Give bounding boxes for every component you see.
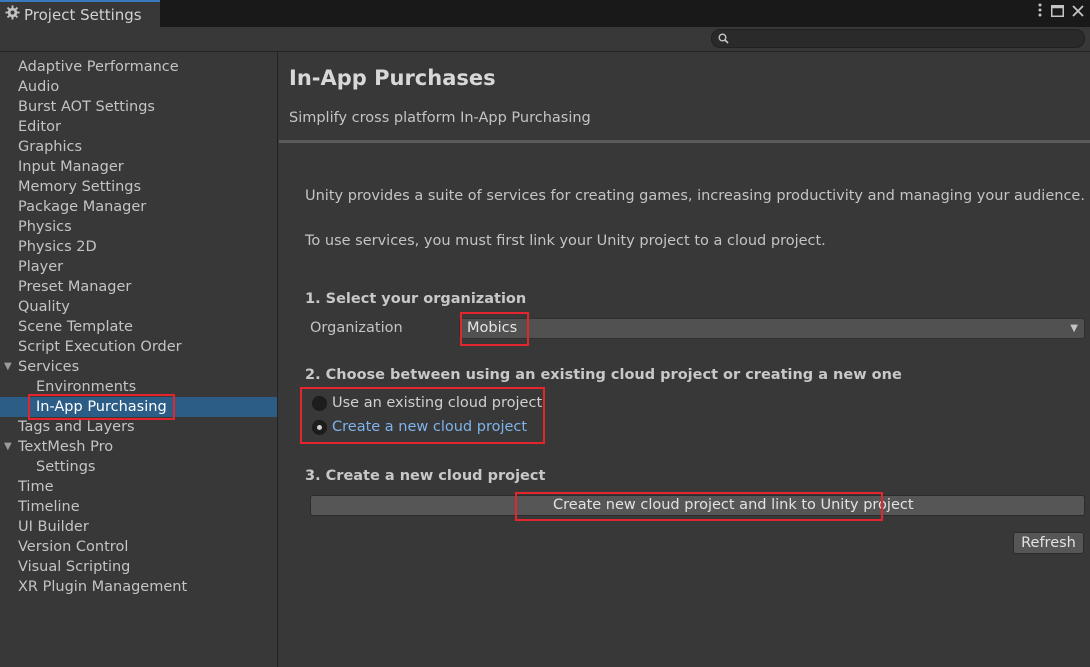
expand-caret-icon[interactable]: ▼ [4,437,12,457]
sidebar-item-label: Editor [18,119,61,135]
sidebar-item-tags-and-layers[interactable]: Tags and Layers [0,417,277,437]
tab-title: Project Settings [24,5,142,24]
sidebar-item-label: Settings [36,459,96,475]
page-subtitle: Simplify cross platform In-App Purchasin… [289,110,591,126]
sidebar-item-audio[interactable]: Audio [0,77,277,97]
sidebar-item-label: In-App Purchasing [36,399,167,415]
link-hint-text: To use services, you must first link you… [305,233,826,249]
sidebar-item-quality[interactable]: Quality [0,297,277,317]
step1-heading: 1. Select your organization [305,291,527,307]
sidebar-item-version-control[interactable]: Version Control [0,537,277,557]
sidebar-item-visual-scripting[interactable]: Visual Scripting [0,557,277,577]
intro-text: Unity provides a suite of services for c… [305,188,1085,204]
sidebar-item-in-app-purchasing[interactable]: In-App Purchasing [0,397,277,417]
window-controls [1037,3,1084,23]
toolbar [0,27,1090,52]
radio-existing-label: Use an existing cloud project [332,395,543,411]
sidebar-item-label: Tags and Layers [18,419,135,435]
sidebar-item-physics-2d[interactable]: Physics 2D [0,237,277,257]
sidebar-item-editor[interactable]: Editor [0,117,277,137]
sidebar-item-label: Time [18,479,54,495]
sidebar-item-label: Memory Settings [18,179,142,195]
sidebar-item-settings[interactable]: Settings [0,457,277,477]
close-icon[interactable] [1072,3,1084,23]
sidebar-item-services[interactable]: ▼ Services [0,357,277,377]
radio-create-new-project[interactable]: Create a new cloud project [312,417,527,437]
sidebar-item-label: Timeline [18,499,80,515]
sidebar-item-label: Burst AOT Settings [18,99,155,115]
sidebar-item-timeline[interactable]: Timeline [0,497,277,517]
sidebar-item-memory-settings[interactable]: Memory Settings [0,177,277,197]
radio-use-existing-project[interactable]: Use an existing cloud project [312,393,542,413]
create-cloud-project-label: Create new cloud project and link to Uni… [553,497,914,513]
sidebar-item-label: Physics 2D [18,239,97,255]
sidebar-item-label: Package Manager [18,199,147,215]
sidebar-item-label: XR Plugin Management [18,579,188,595]
kebab-menu-icon[interactable] [1037,3,1043,23]
title-bar: Project Settings [0,0,1090,27]
sidebar-item-package-manager[interactable]: Package Manager [0,197,277,217]
sidebar-item-label: Audio [18,79,60,95]
radio-new-label: Create a new cloud project [332,419,528,435]
sidebar-item-graphics[interactable]: Graphics [0,137,277,157]
refresh-button[interactable]: Refresh [1013,532,1084,554]
sidebar-item-label: Player [18,259,64,275]
sidebar-item-time[interactable]: Time [0,477,277,497]
divider [279,140,1090,143]
main-panel: In-App Purchases Simplify cross platform… [279,52,1090,667]
project-settings-tab[interactable]: Project Settings [0,0,160,27]
sidebar-item-ui-builder[interactable]: UI Builder [0,517,277,537]
step2-heading: 2. Choose between using an existing clou… [305,367,902,383]
create-cloud-project-button[interactable]: Create new cloud project and link to Uni… [310,495,1085,516]
sidebar-item-adaptive-performance[interactable]: Adaptive Performance [0,57,277,77]
organization-value: Mobics [467,320,518,336]
organization-dropdown[interactable]: Mobics ▼ [459,318,1085,339]
sidebar-item-environments[interactable]: Environments [0,377,277,397]
expand-caret-icon[interactable]: ▼ [4,357,12,377]
sidebar-item-label: Version Control [18,539,129,555]
sidebar-item-scene-template[interactable]: Scene Template [0,317,277,337]
sidebar-item-label: Visual Scripting [18,559,131,575]
sidebar-item-label: Script Execution Order [18,339,182,355]
radio-button-checked[interactable] [312,419,327,435]
sidebar-item-physics[interactable]: Physics [0,217,277,237]
dropdown-arrow-icon: ▼ [1070,323,1078,334]
sidebar-item-player[interactable]: Player [0,257,277,277]
sidebar-item-label: Adaptive Performance [18,59,179,75]
sidebar-item-label: Services [18,359,80,375]
settings-sidebar: Adaptive Performance Audio Burst AOT Setti… [0,52,278,667]
organization-label: Organization [310,320,403,336]
sidebar-item-label: Graphics [18,139,83,155]
sidebar-item-preset-manager[interactable]: Preset Manager [0,277,277,297]
search-field[interactable] [711,29,1085,48]
sidebar-item-label: Physics [18,219,72,235]
sidebar-item-label: Preset Manager [18,279,132,295]
sidebar-item-textmesh-pro[interactable]: ▼ TextMesh Pro [0,437,277,457]
sidebar-item-label: UI Builder [18,519,89,535]
sidebar-item-label: Input Manager [18,159,124,175]
search-input[interactable] [732,30,1080,47]
sidebar-item-label: TextMesh Pro [18,439,114,455]
gear-icon [5,5,20,24]
sidebar-item-xr-plugin-management[interactable]: XR Plugin Management [0,577,277,597]
sidebar-item-label: Environments [36,379,137,395]
maximize-icon[interactable] [1051,3,1064,23]
step3-heading: 3. Create a new cloud project [305,468,546,484]
sidebar-item-burst-aot-settings[interactable]: Burst AOT Settings [0,97,277,117]
radio-button-unchecked[interactable] [312,395,327,411]
sidebar-item-label: Quality [18,299,70,315]
sidebar-item-input-manager[interactable]: Input Manager [0,157,277,177]
page-title: In-App Purchases [289,66,496,90]
search-icon [718,33,729,44]
sidebar-item-script-execution-order[interactable]: Script Execution Order [0,337,277,357]
sidebar-item-label: Scene Template [18,319,133,335]
